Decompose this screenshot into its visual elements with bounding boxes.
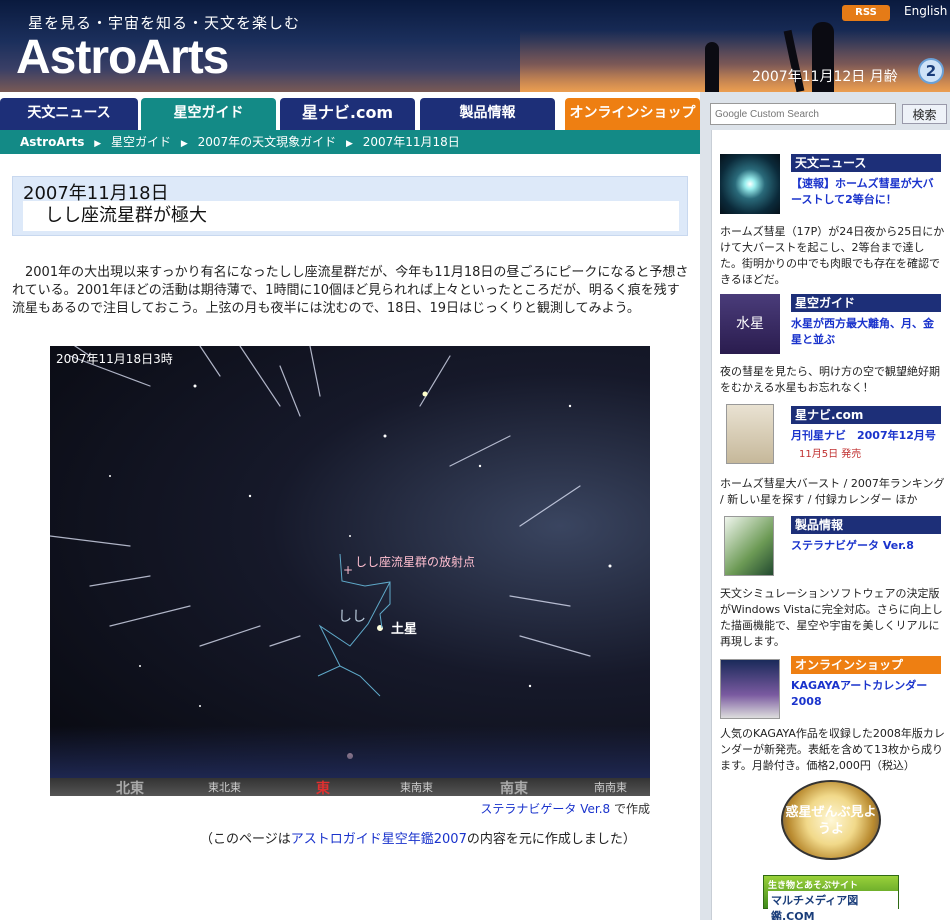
- credit-suffix: で作成: [610, 802, 650, 816]
- stellanavigator-link[interactable]: ステラナビゲータ Ver.8: [480, 802, 610, 816]
- sidebar: 天文ニュース 【速報】ホームズ彗星が大バーストして2等台に！ ホームズ彗星（17…: [711, 130, 950, 920]
- sidebar-head-shop[interactable]: オンラインショップ: [791, 656, 941, 674]
- rss-button[interactable]: RSS: [842, 5, 890, 21]
- news-thumbnail[interactable]: [720, 154, 780, 214]
- sidebar-products-link[interactable]: ステラナビゲータ Ver.8: [791, 538, 941, 554]
- constellation-label: しし: [338, 609, 366, 625]
- guide-thumbnail[interactable]: 水星: [720, 294, 780, 354]
- multimedia-banner-top: 生き物とあそぶサイト: [768, 881, 859, 891]
- calendar-thumbnail[interactable]: [720, 659, 780, 719]
- saturn-label: 土星: [391, 622, 418, 637]
- breadcrumb: AstroArts ▶ 星空ガイド ▶ 2007年の天文現象ガイド ▶ 2007…: [0, 130, 700, 154]
- direction-label: 東: [316, 781, 330, 796]
- direction-label: 北東: [116, 781, 144, 796]
- direction-label: 南南東: [594, 781, 627, 794]
- site-logo[interactable]: AstroArts: [16, 30, 229, 85]
- tab-online-shop[interactable]: オンラインショップ: [565, 98, 700, 130]
- image-credit: ステラナビゲータ Ver.8 で作成: [428, 800, 650, 817]
- site-header: 星を見る・宇宙を知る・天文を楽しむ AstroArts RSS English …: [0, 0, 950, 92]
- sidebar-navi-text: ホームズ彗星大バースト / 2007年ランキング / 新しい星を探す / 付録カ…: [720, 477, 945, 506]
- breadcrumb-arrow-icon: ▶: [94, 139, 102, 149]
- article-title: しし座流星群が極大: [23, 201, 679, 231]
- english-link[interactable]: English: [904, 4, 947, 18]
- source-prefix: （このページは: [200, 832, 291, 847]
- breadcrumb-item[interactable]: 2007年の天文現象ガイド: [198, 135, 337, 149]
- sidebar-news-text: ホームズ彗星（17P）が24日夜から25日にかけて大バーストを起こし、2等台まで…: [720, 225, 945, 286]
- magazine-thumbnail[interactable]: [726, 404, 774, 464]
- software-box-thumbnail[interactable]: [724, 516, 774, 576]
- breadcrumb-current: 2007年11月18日: [362, 135, 460, 149]
- sidebar-products-text: 天文シミュレーションソフトウェアの決定版がWindows Vistaに完全対応。…: [720, 587, 943, 648]
- source-note: （このページはアストロガイド星空年鑑2007の内容を元に作成しました）: [200, 828, 636, 847]
- horizon-glow: [50, 726, 650, 778]
- breadcrumb-item[interactable]: 星空ガイド: [111, 135, 171, 149]
- sidebar-shop-link[interactable]: KAGAYAアートカレンダー2008: [791, 678, 941, 710]
- multimedia-banner-title: マルチメディア図鑑.COM: [768, 891, 898, 920]
- sidebar-navi-release: 11月5日 発売: [799, 449, 862, 460]
- source-suffix: の内容を元に作成しました）: [466, 832, 636, 847]
- breadcrumb-arrow-icon: ▶: [180, 139, 188, 149]
- source-book-link[interactable]: アストロガイド星空年鑑2007: [291, 832, 467, 847]
- tab-sky-guide[interactable]: 星空ガイド: [141, 98, 276, 130]
- main-content: 2007年11月18日 しし座流星群が極大 2001年の大出現以来すっかり有名に…: [0, 154, 700, 920]
- meteor-streaks: [50, 346, 612, 759]
- current-date: 2007年11月12日 月齢: [752, 69, 898, 85]
- observer-silhouette: [705, 42, 719, 92]
- sidebar-guide-link[interactable]: 水星が西方最大離角、月、金星と並ぶ: [791, 316, 941, 348]
- sky-chart-image: 2007年11月18日3時 しし座流星群の放射点 + しし 土星 北東 東北東 …: [50, 346, 650, 796]
- tab-products[interactable]: 製品情報: [420, 98, 555, 130]
- sidebar-guide-text: 夜の彗星を見たら、明け方の空で観望絶好期をむかえる水星もお忘れなく！: [720, 365, 940, 394]
- direction-label: 東南東: [400, 781, 433, 794]
- sidebar-shop-text: 人気のKAGAYA作品を収録した2008年版カレンダーが新発売。表紙を含めて13…: [720, 727, 945, 772]
- sidebar-head-guide[interactable]: 星空ガイド: [791, 294, 941, 312]
- multimedia-banner[interactable]: 生き物とあそぶサイト マルチメディア図鑑.COM: [763, 875, 899, 920]
- sidebar-head-news[interactable]: 天文ニュース: [791, 154, 941, 172]
- tab-hoshinavi[interactable]: 星ナビ.com: [280, 98, 415, 130]
- sidebar-head-products[interactable]: 製品情報: [791, 516, 941, 534]
- breadcrumb-arrow-icon: ▶: [345, 139, 353, 149]
- sidebar-navi-link[interactable]: 月刊星ナビ 2007年12月号: [791, 428, 941, 444]
- article-lead: 2001年の大出現以来すっかり有名になったしし座流星群だが、今年も11月18日の…: [12, 265, 689, 316]
- moon-age-badge: 2: [918, 58, 944, 84]
- main-nav: 天文ニュース 星空ガイド 星ナビ.com 製品情報 オンラインショップ: [0, 92, 700, 130]
- planets-banner[interactable]: 惑星ぜんぶ見ようよ: [781, 780, 881, 860]
- breadcrumb-home[interactable]: AstroArts: [20, 135, 84, 149]
- search-button[interactable]: 検索: [902, 104, 947, 124]
- direction-bar: 北東 東北東 東 東南東 南東 南南東: [50, 778, 650, 796]
- sidebar-news-link[interactable]: 【速報】ホームズ彗星が大バーストして2等台に！: [791, 176, 941, 208]
- sidebar-head-navi[interactable]: 星ナビ.com: [791, 406, 941, 424]
- radiant-marker-icon: +: [343, 563, 354, 577]
- search-input[interactable]: [710, 103, 896, 125]
- article-title-box: 2007年11月18日 しし座流星群が極大: [12, 176, 688, 236]
- radiant-label: しし座流星群の放射点: [355, 555, 476, 569]
- direction-label: 南東: [500, 781, 528, 796]
- tab-news[interactable]: 天文ニュース: [0, 98, 138, 130]
- direction-label: 東北東: [208, 781, 241, 794]
- sky-chart-time: 2007年11月18日3時: [56, 352, 173, 366]
